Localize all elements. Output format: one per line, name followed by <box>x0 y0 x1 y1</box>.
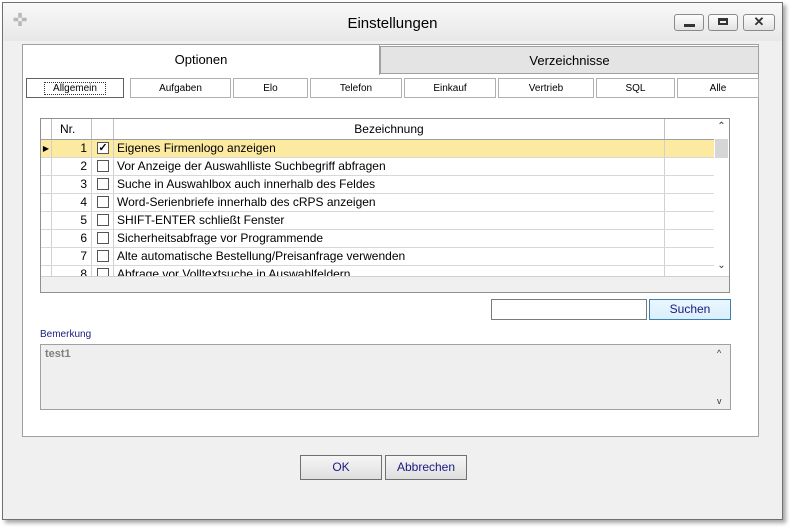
subtab-allgemein[interactable]: Allgemein <box>26 78 124 98</box>
row-number: 5 <box>52 212 92 229</box>
row-description: SHIFT-ENTER schließt Fenster <box>114 212 665 229</box>
row-extra <box>665 248 714 265</box>
close-icon: ✕ <box>753 14 765 29</box>
row-extra <box>665 194 714 211</box>
row-extra <box>665 140 714 157</box>
grid-header: Nr. Bezeichnung <box>41 119 729 140</box>
row-indicator <box>41 212 52 229</box>
row-indicator <box>41 194 52 211</box>
subtab-sql[interactable]: SQL <box>596 78 675 98</box>
row-extra <box>665 230 714 247</box>
close-button[interactable]: ✕ <box>743 14 775 31</box>
header-nr[interactable]: Nr. <box>52 119 92 139</box>
cancel-button[interactable]: Abbrechen <box>385 455 467 480</box>
row-checkbox[interactable] <box>97 232 109 244</box>
row-extra <box>665 212 714 229</box>
table-row[interactable]: ▶ 1 ✓ Eigenes Firmenlogo anzeigen <box>41 140 714 158</box>
row-description: Suche in Auswahlbox auch innerhalb des F… <box>114 176 665 193</box>
row-checkbox[interactable] <box>97 196 109 208</box>
subtab-label: Allgemein <box>44 82 106 95</box>
header-bezeichnung[interactable]: Bezeichnung <box>114 119 665 139</box>
row-checkbox[interactable] <box>97 178 109 190</box>
scrollbar-thumb[interactable] <box>715 139 728 158</box>
scroll-down-icon[interactable]: ⌄ <box>714 260 729 271</box>
row-indicator <box>41 230 52 247</box>
table-row[interactable]: 5 SHIFT-ENTER schließt Fenster <box>41 212 714 230</box>
subtab-einkauf[interactable]: Einkauf <box>404 78 496 98</box>
options-grid[interactable]: Nr. Bezeichnung ▶ 1 ✓ Eigenes Firmenlogo… <box>40 118 730 293</box>
row-extra <box>665 176 714 193</box>
subtab-elo[interactable]: Elo <box>233 78 308 98</box>
table-row[interactable]: 4 Word-Serienbriefe innerhalb des cRPS a… <box>41 194 714 212</box>
row-description: Alte automatische Bestellung/Preisanfrag… <box>114 248 665 265</box>
minimize-button[interactable] <box>674 14 704 31</box>
row-pointer-icon: ▶ <box>41 140 52 157</box>
row-description: Vor Anzeige der Auswahlliste Suchbegriff… <box>114 158 665 175</box>
remark-text: test1 <box>45 348 71 360</box>
search-button[interactable]: Suchen <box>649 299 731 320</box>
grid-vertical-scrollbar[interactable]: ⌃ ⌄ <box>714 119 729 276</box>
row-description: Eigenes Firmenlogo anzeigen <box>114 140 665 157</box>
row-number: 4 <box>52 194 92 211</box>
remark-textarea[interactable]: test1 ^ v <box>40 344 731 410</box>
remark-label: Bemerkung <box>40 329 92 340</box>
row-number: 1 <box>52 140 92 157</box>
row-number: 7 <box>52 248 92 265</box>
header-indicator <box>41 119 52 139</box>
subtab-aufgaben[interactable]: Aufgaben <box>130 78 231 98</box>
row-indicator <box>41 248 52 265</box>
row-number: 2 <box>52 158 92 175</box>
table-row[interactable]: 2 Vor Anzeige der Auswahlliste Suchbegri… <box>41 158 714 176</box>
row-checkbox-cell <box>92 158 114 175</box>
table-row[interactable]: 7 Alte automatische Bestellung/Preisanfr… <box>41 248 714 266</box>
row-checkbox[interactable] <box>97 214 109 226</box>
title-bar[interactable]: ✜ Einstellungen ✕ <box>3 3 782 41</box>
window-title: Einstellungen <box>347 15 438 32</box>
subtab-telefon[interactable]: Telefon <box>310 78 402 98</box>
scroll-up-icon[interactable]: ^ <box>717 348 721 358</box>
row-checkbox-cell: ✓ <box>92 140 114 157</box>
row-checkbox-cell <box>92 176 114 193</box>
table-row[interactable]: 3 Suche in Auswahlbox auch innerhalb des… <box>41 176 714 194</box>
tab-verzeichnisse[interactable]: Verzeichnisse <box>380 46 759 74</box>
subtab-vertrieb[interactable]: Vertrieb <box>498 78 594 98</box>
row-checkbox-cell <box>92 230 114 247</box>
search-input[interactable] <box>491 299 647 320</box>
maximize-button[interactable] <box>708 14 738 31</box>
row-extra <box>665 158 714 175</box>
row-checkbox-cell <box>92 248 114 265</box>
subtab-alle[interactable]: Alle <box>677 78 759 98</box>
scroll-up-icon[interactable]: ⌃ <box>714 121 729 132</box>
row-checkbox[interactable] <box>97 250 109 262</box>
row-indicator <box>41 158 52 175</box>
row-checkbox-cell <box>92 212 114 229</box>
header-extra <box>665 119 714 139</box>
row-checkbox-cell <box>92 194 114 211</box>
scroll-down-icon[interactable]: v <box>717 396 722 406</box>
table-row[interactable]: 6 Sicherheitsabfrage vor Programmende <box>41 230 714 248</box>
grid-horizontal-scrollbar[interactable] <box>41 276 729 292</box>
row-number: 3 <box>52 176 92 193</box>
row-number: 6 <box>52 230 92 247</box>
ok-button[interactable]: OK <box>300 455 382 480</box>
row-description: Word-Serienbriefe innerhalb des cRPS anz… <box>114 194 665 211</box>
minimize-icon <box>684 24 695 27</box>
sub-tab-bar: Allgemein Aufgaben Elo Telefon Einkauf V… <box>24 78 759 100</box>
row-description: Sicherheitsabfrage vor Programmende <box>114 230 665 247</box>
header-check <box>92 119 114 139</box>
maximize-icon <box>718 18 728 25</box>
row-checkbox[interactable]: ✓ <box>97 142 109 154</box>
tab-optionen[interactable]: Optionen <box>22 44 380 75</box>
row-indicator <box>41 176 52 193</box>
row-checkbox[interactable] <box>97 160 109 172</box>
